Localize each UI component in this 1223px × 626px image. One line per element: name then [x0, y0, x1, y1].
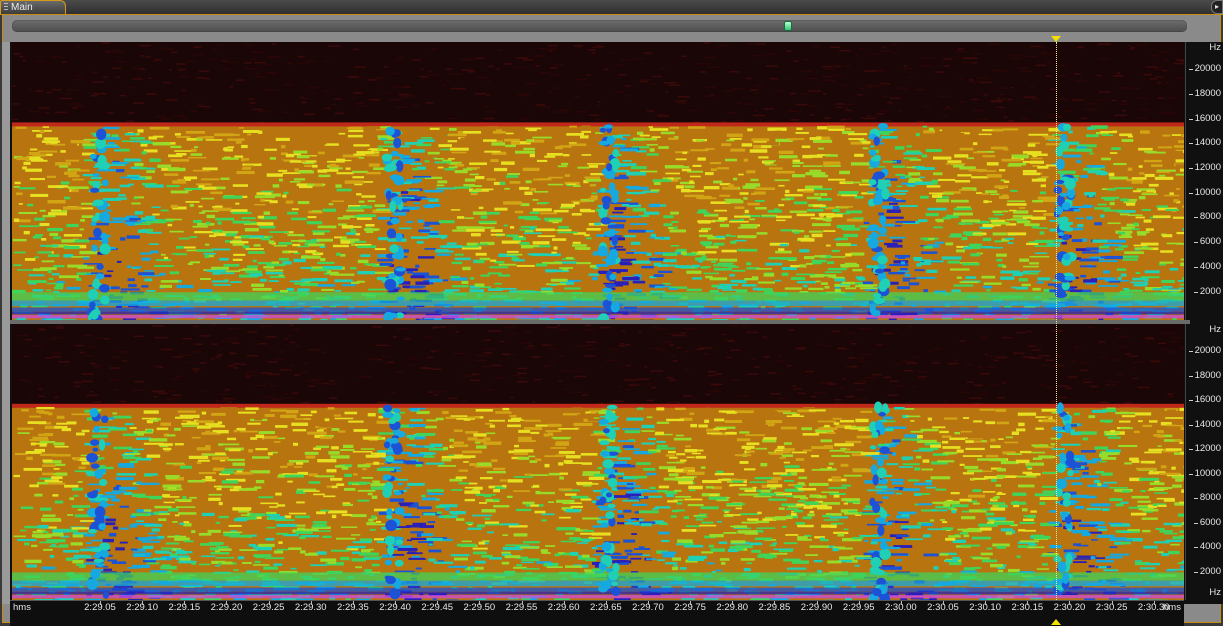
frequency-ruler-top: Hz 20000 18000 16000 14000 12000 10000 8000 6000…: [1185, 42, 1223, 320]
time-tick-mark: [1112, 601, 1113, 605]
time-tick-mark: [564, 601, 565, 605]
tab-bar: Main ▸: [0, 0, 1223, 15]
time-tick-mark: [648, 601, 649, 605]
time-tick-mark: [353, 601, 354, 605]
scroll-thumb-icon[interactable]: [784, 21, 792, 31]
freq-tick-label: 18000: [1195, 89, 1221, 99]
freq-tick-label: 6000: [1200, 237, 1221, 247]
freq-tick-label: 12000: [1195, 444, 1221, 454]
time-tick-mark: [100, 601, 101, 605]
time-tick-mark: [1154, 601, 1155, 605]
freq-tick-label: 16000: [1195, 114, 1221, 124]
time-tick-mark: [269, 601, 270, 605]
freq-tick-label: 16000: [1195, 395, 1221, 405]
freq-tick-label: 18000: [1195, 371, 1221, 381]
time-tick-mark: [774, 601, 775, 605]
time-tick-mark: [606, 601, 607, 605]
time-tick-mark: [1069, 601, 1070, 605]
spectrogram-left: [12, 42, 1184, 320]
time-tick-mark: [859, 601, 860, 605]
freq-tick-label: 4000: [1200, 262, 1221, 272]
time-tick-mark: [985, 601, 986, 605]
time-tick-mark: [479, 601, 480, 605]
spectrogram-right: [12, 324, 1184, 600]
tab-main[interactable]: Main: [0, 0, 66, 14]
freq-tick-label: 4000: [1200, 542, 1221, 552]
time-tick-mark: [184, 601, 185, 605]
frequency-ruler-bottom: Hz 20000 18000 16000 14000 12000 10000 8000 6000…: [1185, 324, 1223, 600]
freq-unit-top-label: Hz: [1209, 43, 1221, 53]
grip-icon[interactable]: [4, 3, 8, 12]
freq-tick-label: 2000: [1200, 287, 1221, 297]
time-unit-left-label: hms: [13, 602, 31, 613]
freq-tick-label: 14000: [1195, 138, 1221, 148]
time-tick-mark: [226, 601, 227, 605]
freq-unit-top-label: Hz: [1209, 325, 1221, 335]
time-tick-mark: [311, 601, 312, 605]
time-tick-mark: [395, 601, 396, 605]
time-tick-mark: [437, 601, 438, 605]
freq-unit-bottom-label: Hz: [1209, 588, 1221, 598]
overview-scrollbar[interactable]: [12, 20, 1187, 32]
playhead-bottom-marker-icon[interactable]: [1051, 619, 1061, 625]
freq-tick-label: 8000: [1200, 212, 1221, 222]
panel-menu-button[interactable]: ▸: [1211, 0, 1223, 14]
time-tick-mark: [901, 601, 902, 605]
freq-tick-label: 14000: [1195, 420, 1221, 430]
freq-tick-label: 2000: [1200, 567, 1221, 577]
time-tick-mark: [142, 601, 143, 605]
freq-tick-label: 10000: [1195, 469, 1221, 479]
playhead-top-marker-icon[interactable]: [1051, 36, 1061, 42]
playhead-cursor[interactable]: [1056, 42, 1058, 600]
time-tick-mark: [522, 601, 523, 605]
freq-tick-label: 20000: [1195, 64, 1221, 74]
freq-tick-label: 12000: [1195, 163, 1221, 173]
spectral-display[interactable]: Hz 20000 18000 16000 14000 12000 10000 8000 6000…: [10, 42, 1223, 604]
freq-tick-label: 8000: [1200, 493, 1221, 503]
left-margin: [2, 42, 10, 604]
time-tick-mark: [1027, 601, 1028, 605]
channel-2-spectrogram[interactable]: [12, 324, 1184, 600]
time-ruler[interactable]: hmshms2:29.052:29.102:29.152:29.202:29.2…: [10, 600, 1184, 626]
time-tick-mark: [943, 601, 944, 605]
freq-tick-label: 10000: [1195, 188, 1221, 198]
time-tick-mark: [690, 601, 691, 605]
freq-tick-label: 20000: [1195, 346, 1221, 356]
time-tick-mark: [732, 601, 733, 605]
channel-1-spectrogram[interactable]: [12, 42, 1184, 320]
freq-tick-label: 6000: [1200, 518, 1221, 528]
time-tick-mark: [817, 601, 818, 605]
tab-main-label: Main: [11, 1, 33, 14]
